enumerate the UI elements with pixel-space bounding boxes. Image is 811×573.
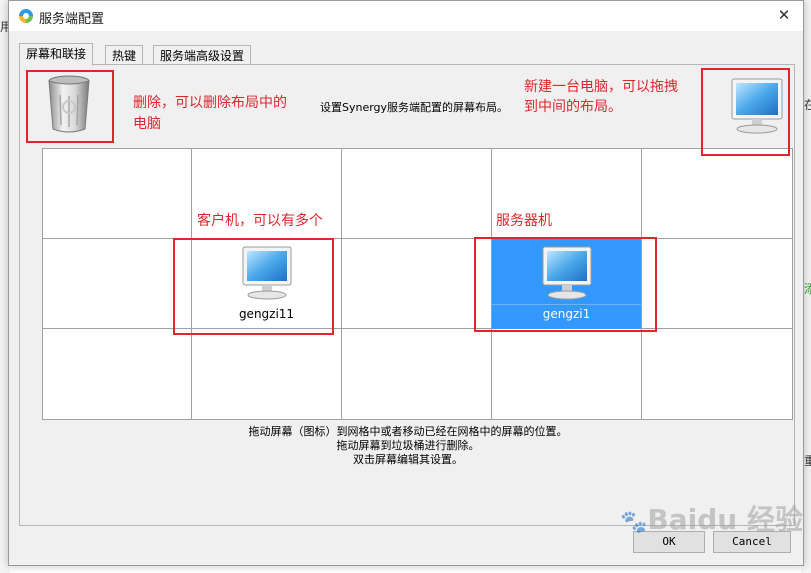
grid-line: [43, 328, 792, 329]
annotation-new-line2: 到中间的布局。: [524, 99, 622, 115]
help-text-drag: 拖动屏幕（图标）到网格中或者移动已经在网格中的屏幕的位置。: [248, 425, 568, 438]
background-text: 添: [804, 282, 811, 296]
close-button[interactable]: ✕: [773, 4, 795, 26]
synergy-icon: [19, 9, 33, 23]
tab-hotkeys[interactable]: 热键: [105, 45, 144, 65]
annotation-box-trash: [26, 70, 114, 143]
grid-line: [341, 149, 342, 419]
tab-advanced-server-settings[interactable]: 服务端高级设置: [153, 45, 252, 65]
grid-line: [43, 238, 792, 239]
title-bar: 服务端配置 ✕: [9, 1, 803, 31]
annotation-new-line1: 新建一台电脑，可以拖拽: [524, 79, 678, 95]
paw-icon: 🐾: [620, 510, 648, 535]
help-text-top: 设置Synergy服务端配置的屏幕布局。: [320, 101, 509, 114]
annotation-trash-line2: 电脑: [133, 116, 161, 132]
annotation-client: 客户机，可以有多个: [197, 213, 323, 229]
server-config-dialog: 服务端配置 ✕ 屏幕和联接 热键 服务端高级设置 设置Synergy服务端配置的…: [8, 0, 804, 566]
screen-layout-grid[interactable]: gengzi11 gengzi1: [42, 148, 793, 420]
help-text-edit: 双击屏幕编辑其设置。: [353, 453, 463, 466]
window-title: 服务端配置: [39, 12, 105, 27]
background-text: 在: [804, 98, 811, 112]
annotation-box-new-screen: [701, 68, 790, 156]
background-text: 重: [804, 454, 811, 468]
baidu-watermark: 🐾Baidu 经验: [620, 498, 803, 538]
annotation-box-server: [474, 237, 657, 332]
watermark-text: Baidu 经验: [647, 503, 803, 536]
annotation-trash-line1: 删除，可以删除布局中的: [133, 95, 287, 111]
tab-screens-and-links[interactable]: 屏幕和联接: [19, 43, 94, 66]
help-text-delete: 拖动屏幕到垃圾桶进行删除。: [336, 439, 480, 452]
annotation-server: 服务器机: [496, 213, 552, 229]
annotation-box-client: [173, 238, 334, 335]
